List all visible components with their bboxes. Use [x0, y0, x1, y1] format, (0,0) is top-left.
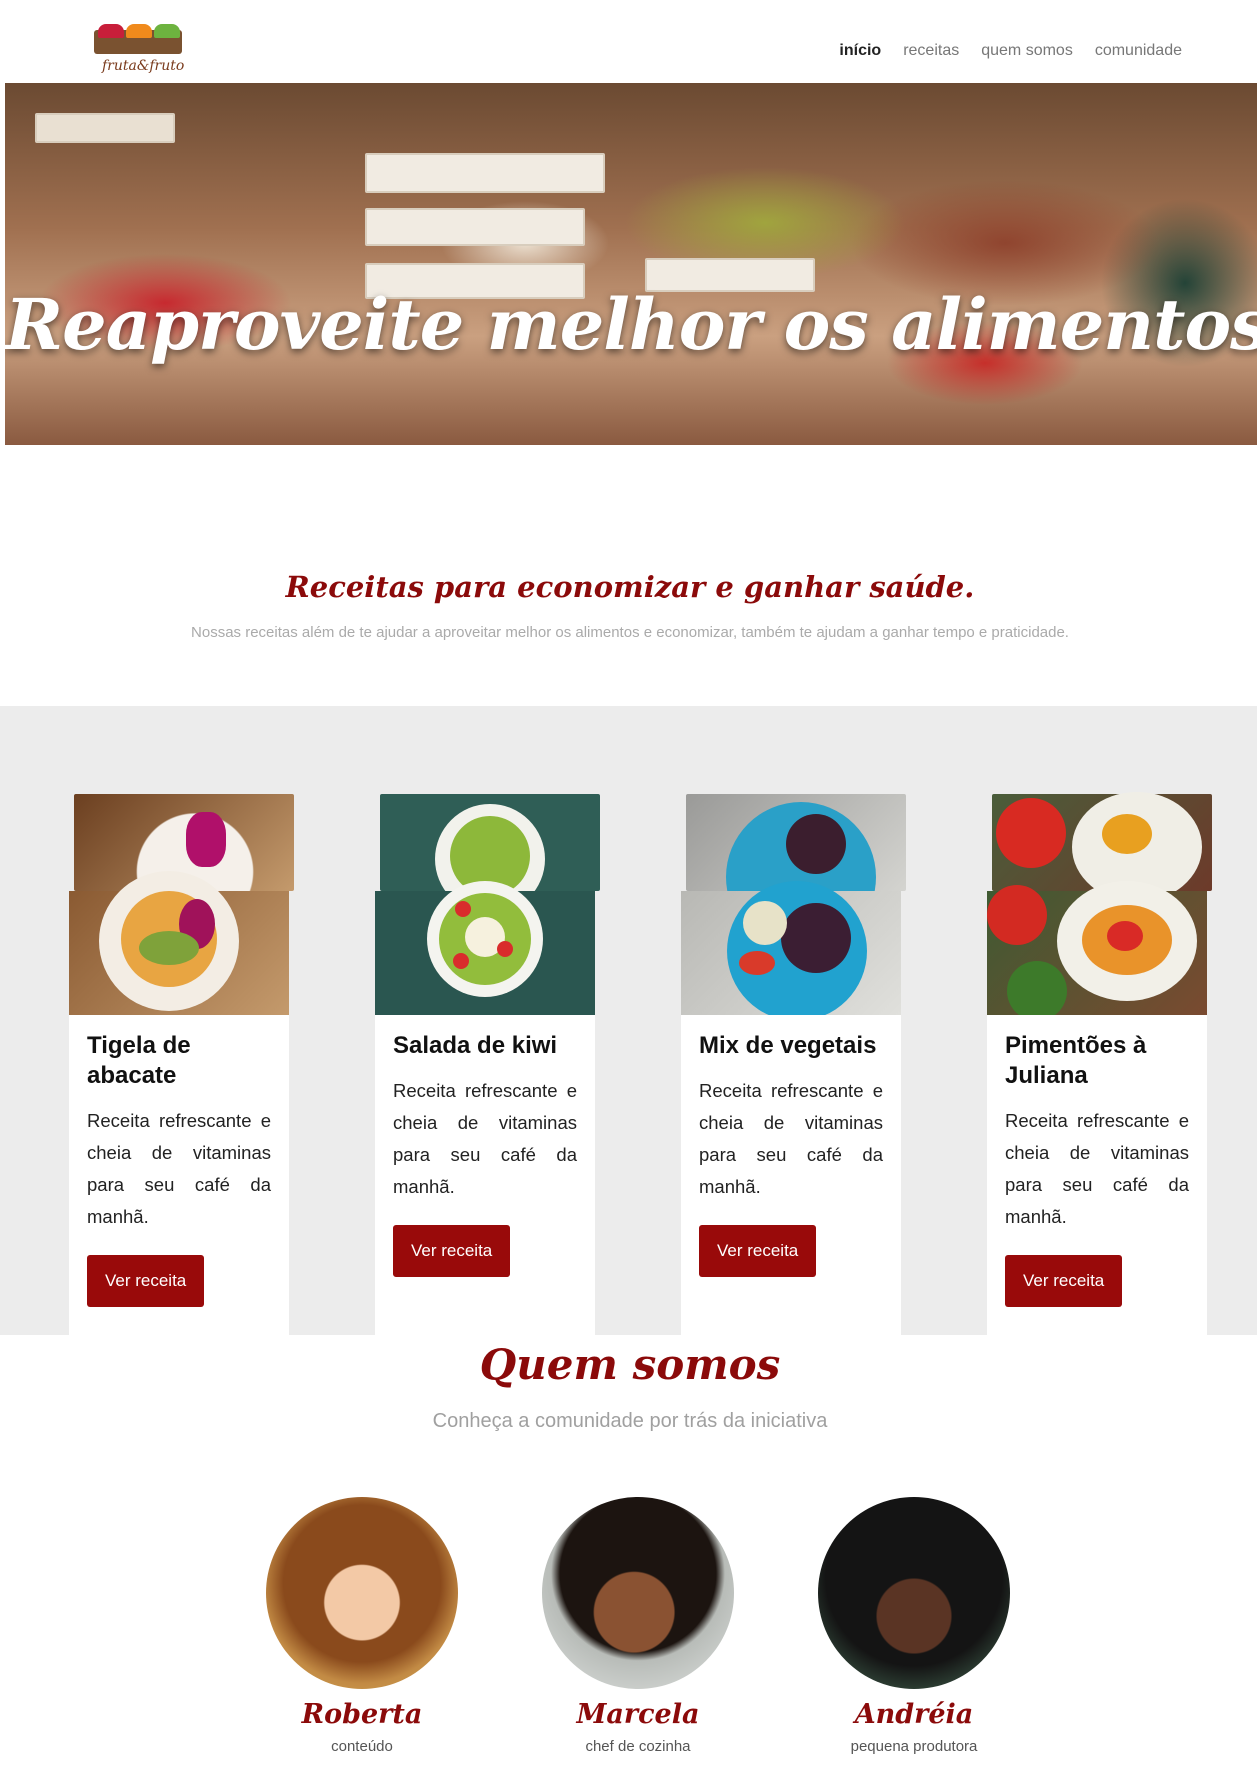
member-role: chef de cozinha [585, 1738, 691, 1755]
hero-crate [365, 153, 605, 193]
ver-receita-button[interactable]: Ver receita [1005, 1255, 1123, 1307]
vegetable-mix-image-preview [686, 794, 906, 952]
vegetable-mix-image [681, 881, 901, 1021]
member-name: Marcela [576, 1699, 700, 1730]
recipe-card-title: Pimentões à Juliana [1005, 1032, 1147, 1089]
ver-receita-button[interactable]: Ver receita [699, 1225, 817, 1277]
nav-link-quem-somos[interactable]: quem somos [981, 42, 1073, 60]
recipes-heading: Receitas para economizar e ganhar saúde. [285, 570, 975, 604]
hero-crate [365, 208, 585, 246]
logo-lime-icon [154, 24, 180, 38]
about-subheading: Conheça a comunidade por trás da iniciat… [432, 1410, 828, 1432]
hero-crate [35, 113, 175, 143]
avatar [542, 1497, 734, 1689]
recipe-card-title: Salada de kiwi [393, 1032, 558, 1059]
about-heading: Quem somos [479, 1340, 781, 1389]
recipes-section: Tigela de abacate Receita refrescante e … [0, 706, 1257, 1335]
avatar [818, 1497, 1010, 1689]
member-role: pequena produtora [850, 1738, 978, 1755]
logo[interactable]: fruta&fruto [90, 24, 190, 80]
kiwi-salad-image [375, 881, 595, 1015]
main-nav: início receitas quem somos comunidade [839, 42, 1182, 60]
member-name: Roberta [301, 1699, 423, 1730]
logo-text: fruta&fruto [102, 58, 185, 74]
ver-receita-button[interactable]: Ver receita [87, 1255, 205, 1307]
kiwi-salad-image-preview [380, 794, 600, 914]
recipe-card: Mix de vegetais Receita refrescante e ch… [681, 706, 906, 1335]
logo-orange-icon [126, 24, 152, 38]
recipe-card-title: Tigela de abacate [87, 1032, 191, 1089]
member-name: Andréia [854, 1699, 974, 1730]
team-member: Andréia pequena produtora [814, 1497, 1014, 1755]
team-member: Roberta conteúdo [262, 1497, 462, 1755]
avocado-bowl-image [69, 871, 289, 1015]
avatar [266, 1497, 458, 1689]
hero-title: Reaproveite melhor os alimentos! [5, 283, 1257, 366]
recipe-card-body: Mix de vegetais Receita refrescante e ch… [681, 1015, 901, 1335]
julienne-peppers-image-preview [992, 792, 1212, 902]
recipe-card-text: Receita refrescante e cheia de vitaminas… [87, 1110, 271, 1227]
julienne-peppers-image [987, 881, 1207, 1021]
recipe-card-body: Pimentões à Juliana Receita refrescante … [987, 1015, 1207, 1335]
recipe-card-text: Receita refrescante e cheia de vitaminas… [393, 1080, 577, 1197]
logo-strawberry-icon [98, 24, 124, 38]
recipe-card-body: Tigela de abacate Receita refrescante e … [69, 1015, 289, 1335]
recipe-card-title: Mix de vegetais [699, 1032, 877, 1059]
nav-link-inicio[interactable]: início [839, 42, 881, 60]
recipes-subheading: Nossas receitas além de te ajudar a apro… [191, 624, 1069, 641]
recipe-card: Salada de kiwi Receita refrescante e che… [375, 706, 600, 1335]
recipe-card-body: Salada de kiwi Receita refrescante e che… [375, 1015, 595, 1335]
recipe-card-text: Receita refrescante e cheia de vitaminas… [1005, 1110, 1189, 1227]
site-header: fruta&fruto início receitas quem somos c… [0, 0, 1260, 82]
team-member: Marcela chef de cozinha [538, 1497, 738, 1755]
recipe-card: Pimentões à Juliana Receita refrescante … [987, 706, 1212, 1335]
member-role: conteúdo [331, 1738, 393, 1755]
ver-receita-button[interactable]: Ver receita [393, 1225, 511, 1277]
recipe-card: Tigela de abacate Receita refrescante e … [69, 706, 294, 1335]
nav-link-comunidade[interactable]: comunidade [1095, 42, 1182, 60]
hero-banner: Reaproveite melhor os alimentos! [5, 83, 1257, 445]
recipe-card-text: Receita refrescante e cheia de vitaminas… [699, 1080, 883, 1197]
nav-link-receitas[interactable]: receitas [903, 42, 959, 60]
